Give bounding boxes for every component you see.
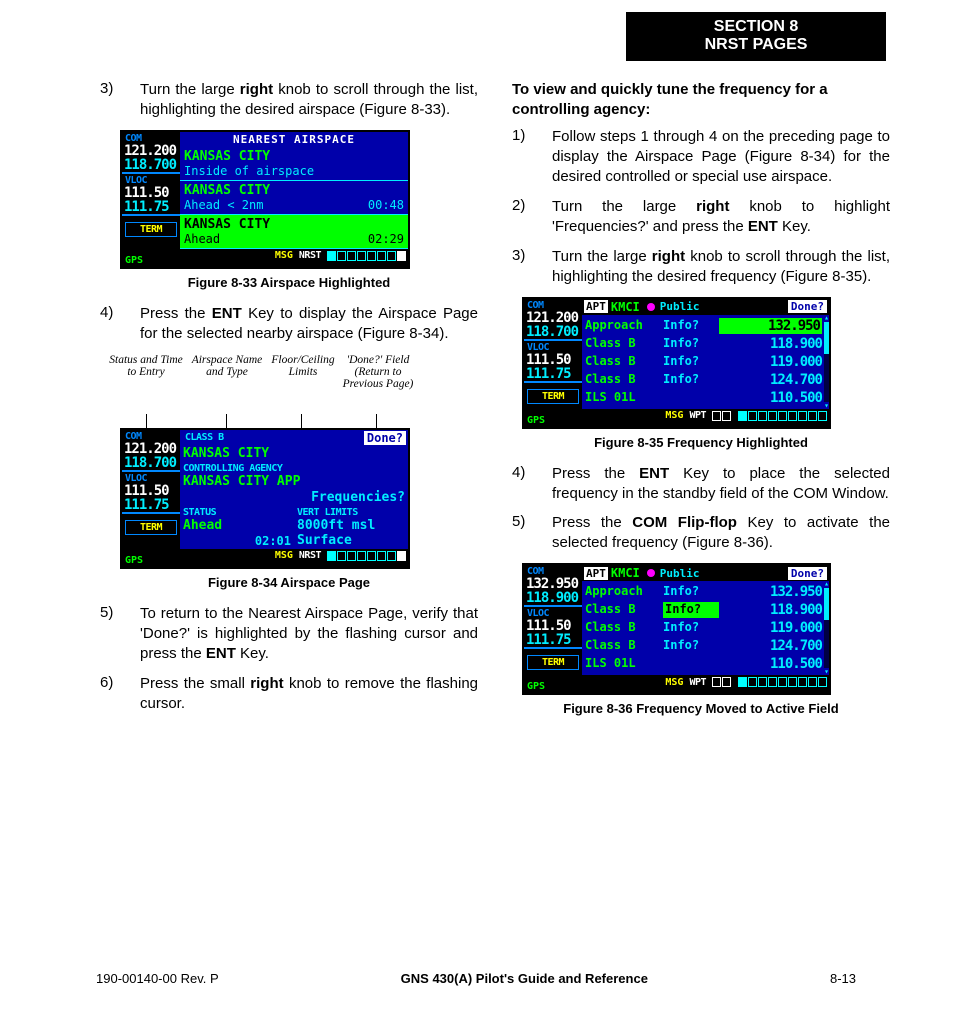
page-indicator-icon [327, 251, 406, 261]
scrollbar-icon: ▴▾ [824, 315, 829, 409]
figure-8-33: COM 121.200 118.700 VLOC 111.50 111.75 T… [120, 130, 410, 269]
left-column: 3) Turn the large right knob to scroll t… [100, 80, 478, 730]
airport-symbol-icon [647, 303, 655, 311]
section-header: SECTION 8 NRST PAGES [626, 12, 886, 61]
freq-row: ILS 01L110.500 [585, 655, 822, 673]
footer-right: 8-13 [830, 971, 856, 986]
fig34-side: COM 121.200 118.700 VLOC 111.50 111.75 T… [122, 430, 180, 549]
freq-row: Class BInfo?124.700 [585, 637, 822, 655]
freq-row: ApproachInfo?132.950 [585, 583, 822, 601]
page-indicator-icon [712, 411, 827, 421]
page-indicator-icon [712, 677, 827, 687]
fig34-inner: CLASS B Done? KANSAS CITY CONTROLLING AG… [180, 430, 408, 549]
step-6: 6) Press the small right knob to remove … [100, 674, 478, 714]
fig33-caption: Figure 8-33 Airspace Highlighted [100, 275, 478, 290]
footer-left: 190-00140-00 Rev. P [96, 971, 219, 986]
airspace-row: KANSAS CITYInside of airspace [180, 147, 408, 181]
r-step-2: 2) Turn the large right knob to highligh… [512, 197, 890, 237]
freq-row: ApproachInfo?132.950 [585, 317, 822, 335]
scrollbar-icon: ▴▾ [824, 581, 829, 675]
r-step-4: 4) Press the ENT Key to place the select… [512, 464, 890, 504]
airport-symbol-icon [647, 569, 655, 577]
section-line2: NRST PAGES [626, 36, 886, 54]
freq-row: ILS 01L110.500 [585, 389, 822, 407]
airspace-row: KANSAS CITYAhead02:29 [180, 215, 408, 249]
section-line1: SECTION 8 [626, 18, 886, 36]
footer-center: GNS 430(A) Pilot's Guide and Reference [401, 971, 648, 986]
fig33-bottom: MSG NRST [180, 249, 408, 263]
step-5: 5) To return to the Nearest Airspace Pag… [100, 604, 478, 664]
fig36-caption: Figure 8-36 Frequency Moved to Active Fi… [512, 701, 890, 716]
right-heading: To view and quickly tune the frequency f… [512, 80, 890, 119]
figure-8-34: COM 121.200 118.700 VLOC 111.50 111.75 T… [120, 428, 410, 569]
page-indicator-icon [327, 551, 406, 561]
step-4: 4) Press the ENT Key to display the Airs… [100, 304, 478, 344]
r-step-1: 1) Follow steps 1 through 4 on the prece… [512, 127, 890, 187]
fig35-caption: Figure 8-35 Frequency Highlighted [512, 435, 890, 450]
fig34-caption: Figure 8-34 Airspace Page [100, 575, 478, 590]
done-field: Done? [364, 431, 406, 445]
footer: 190-00140-00 Rev. P GNS 430(A) Pilot's G… [96, 971, 856, 986]
airspace-row: KANSAS CITYAhead < 2nm00:48 [180, 181, 408, 215]
freq-row: Class BInfo?119.000 [585, 353, 822, 371]
fig33-inner: NEAREST AIRSPACE KANSAS CITYInside of ai… [180, 132, 408, 249]
freq-row: Class BInfo?124.700 [585, 371, 822, 389]
fig33-side: COM 121.200 118.700 VLOC 111.50 111.75 T… [122, 132, 180, 249]
figure-8-35: COM 121.200 118.700 VLOC 111.50 111.75 T… [522, 297, 831, 429]
r-step-5: 5) Press the COM Flip-flop Key to activa… [512, 513, 890, 553]
fig34-callouts: Status and Time to Entry Airspace Name a… [106, 354, 416, 414]
freq-row: Class BInfo?119.000 [585, 619, 822, 637]
freq-row: Class BInfo?118.900 [585, 601, 822, 619]
apt-header: APT KMCI Public Done? [582, 299, 829, 315]
freq-row: Class BInfo?118.900 [585, 335, 822, 353]
r-step-3: 3) Turn the large right knob to scroll t… [512, 247, 890, 287]
figure-8-36: COM 132.950 118.900 VLOC 111.50 111.75 T… [522, 563, 831, 695]
step-3: 3) Turn the large right knob to scroll t… [100, 80, 478, 120]
right-column: To view and quickly tune the frequency f… [512, 80, 890, 730]
